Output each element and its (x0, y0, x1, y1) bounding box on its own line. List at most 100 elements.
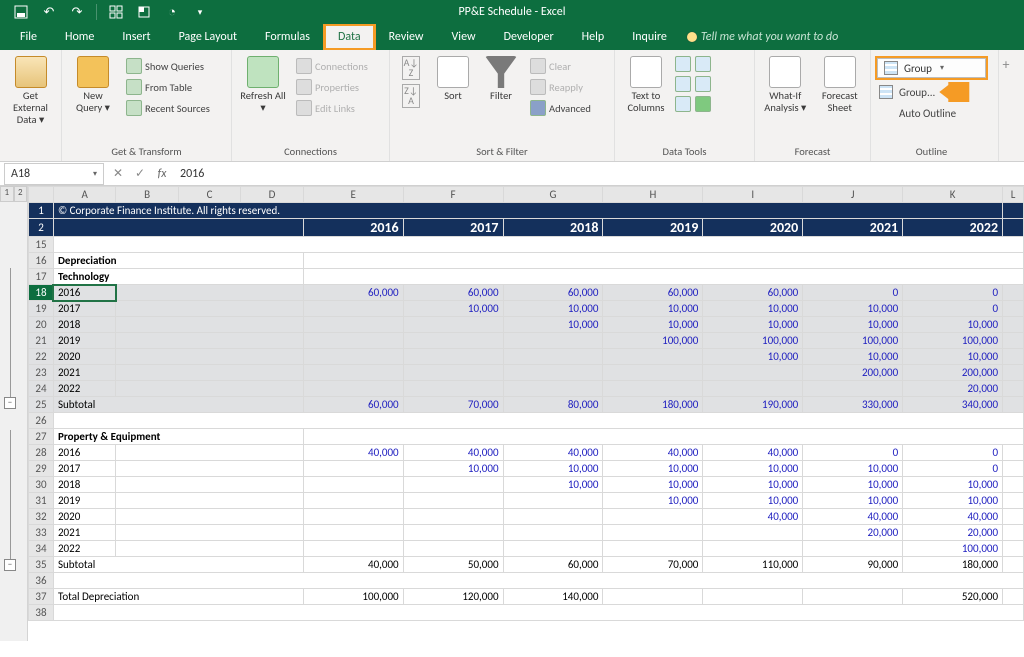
remove-duplicates-icon[interactable] (675, 76, 691, 92)
chevron-down-icon[interactable]: ▾ (93, 169, 97, 179)
qat-customize-icon[interactable]: ▾ (191, 3, 209, 21)
chart-icon[interactable]: ◔ (163, 3, 181, 21)
group-menu-item[interactable]: Group... (875, 82, 939, 102)
forecast-icon (824, 56, 856, 88)
advanced-filter-button[interactable]: Advanced (526, 98, 595, 118)
borders-icon[interactable] (107, 3, 125, 21)
undo-icon[interactable]: ↶ (40, 3, 58, 21)
tab-inquire[interactable]: Inquire (618, 24, 681, 50)
group-label-sort-filter: Sort & Filter (394, 143, 610, 161)
tab-developer[interactable]: Developer (490, 24, 568, 50)
tab-home[interactable]: Home (51, 24, 108, 50)
chevron-down-icon: ▾ (940, 63, 944, 73)
properties-icon (296, 79, 312, 95)
table-icon (126, 58, 142, 74)
group-label (4, 143, 57, 161)
edit-links-button: Edit Links (292, 98, 372, 118)
advanced-icon (530, 100, 546, 116)
forecast-sheet-button[interactable]: Forecast Sheet (814, 52, 867, 114)
tab-review[interactable]: Review (375, 24, 438, 50)
group-label-connections: Connections (236, 143, 385, 161)
clear-icon (530, 58, 546, 74)
sort-dialog-button[interactable]: Sort (430, 52, 476, 102)
connections-button[interactable]: Connections (292, 56, 372, 76)
recent-icon (126, 100, 142, 116)
quick-access-toolbar: ↶ ↷ ◔ ▾ (0, 3, 209, 21)
ribbon-tabs: File Home Insert Page Layout Formulas Da… (0, 24, 1024, 50)
ribbon-add-icon[interactable]: + (999, 50, 1013, 130)
outline-column[interactable]: 12 − − (0, 186, 28, 641)
outline-level-2[interactable]: 2 (14, 186, 28, 202)
filter-button[interactable]: Filter (478, 52, 524, 102)
reapply-icon (530, 79, 546, 95)
enter-icon[interactable]: ✓ (130, 166, 150, 181)
name-box[interactable]: A18▾ (4, 163, 104, 185)
worksheet-area: 12 − − ABCD EFGH IJKL 1© Corporat (0, 186, 1024, 641)
copyright-text: © Corporate Finance Institute. All right… (53, 203, 1002, 219)
outline-bracket (10, 268, 11, 398)
tab-file[interactable]: File (6, 24, 51, 50)
group-dropdown-button[interactable]: Group▾ (877, 58, 986, 78)
refresh-icon (247, 56, 279, 88)
properties-button: Properties (292, 77, 372, 97)
callout-arrow-icon (939, 82, 969, 102)
consolidate-icon[interactable] (695, 56, 711, 72)
new-query-button[interactable]: New Query ▾ (66, 52, 120, 114)
formula-bar-buttons: ✕ ✓ fx (108, 166, 172, 181)
formula-bar: A18▾ ✕ ✓ fx 2016 (0, 162, 1024, 186)
sort-icon (437, 56, 469, 88)
redo-icon[interactable]: ↷ (68, 3, 86, 21)
funnel-icon (485, 56, 517, 88)
ribbon: Get External Data ▾ New Query ▾ Show Que… (0, 50, 1024, 162)
show-queries-button[interactable]: Show Queries (122, 56, 214, 76)
from-table-icon (126, 79, 142, 95)
tab-formulas[interactable]: Formulas (251, 24, 324, 50)
text-columns-icon (630, 56, 662, 88)
formula-input[interactable]: 2016 (172, 167, 1024, 181)
fill-icon[interactable] (135, 3, 153, 21)
auto-outline-button[interactable]: Auto Outline (875, 104, 988, 123)
flash-fill-icon[interactable] (675, 56, 691, 72)
connections-icon (296, 58, 312, 74)
fx-icon[interactable]: fx (152, 167, 172, 181)
get-external-data-button[interactable]: Get External Data ▾ (4, 52, 57, 126)
text-to-columns-button[interactable]: Text to Columns (619, 52, 673, 114)
tab-data[interactable]: Data (324, 24, 375, 50)
outline-bracket (10, 430, 11, 560)
column-headers[interactable]: ABCD EFGH IJKL (29, 187, 1024, 203)
qat-separator (96, 4, 97, 20)
what-if-icon (769, 56, 801, 88)
from-table-button[interactable]: From Table (122, 77, 214, 97)
outline-collapse-button[interactable]: − (4, 559, 16, 571)
title-bar: ↶ ↷ ◔ ▾ PP&E Schedule - Excel (0, 0, 1024, 24)
query-icon (77, 56, 109, 88)
tab-page-layout[interactable]: Page Layout (165, 24, 251, 50)
cancel-icon[interactable]: ✕ (108, 166, 128, 181)
relationships-icon[interactable] (695, 76, 711, 92)
data-validation-icon[interactable] (675, 96, 691, 112)
bulb-icon (687, 32, 697, 42)
sort-az-button[interactable]: A↓ZZ↓A (394, 52, 428, 108)
spreadsheet-grid[interactable]: ABCD EFGH IJKL 1© Corporate Finance Inst… (28, 186, 1024, 621)
group-label-outline: Outline (875, 143, 988, 161)
group-icon (884, 61, 898, 75)
database-icon (15, 56, 47, 88)
group-label-get-transform: Get & Transform (66, 143, 227, 161)
refresh-all-button[interactable]: Refresh All ▾ (236, 52, 290, 114)
tab-insert[interactable]: Insert (108, 24, 164, 50)
group-label-forecast: Forecast (759, 143, 866, 161)
outline-collapse-button[interactable]: − (4, 397, 16, 409)
reapply-button: Reapply (526, 77, 595, 97)
group-rows-icon (879, 85, 893, 99)
tab-view[interactable]: View (438, 24, 490, 50)
outline-level-1[interactable]: 1 (0, 186, 14, 202)
save-icon[interactable] (12, 3, 30, 21)
what-if-button[interactable]: What-If Analysis ▾ (759, 52, 812, 114)
tell-me-search[interactable]: Tell me what you want to do (687, 24, 838, 50)
tab-help[interactable]: Help (568, 24, 619, 50)
recent-sources-button[interactable]: Recent Sources (122, 98, 214, 118)
group-label-data-tools: Data Tools (619, 143, 750, 161)
clear-filter-button: Clear (526, 56, 595, 76)
manage-data-model-icon[interactable] (695, 96, 711, 112)
active-cell[interactable]: 2016 (53, 285, 115, 301)
